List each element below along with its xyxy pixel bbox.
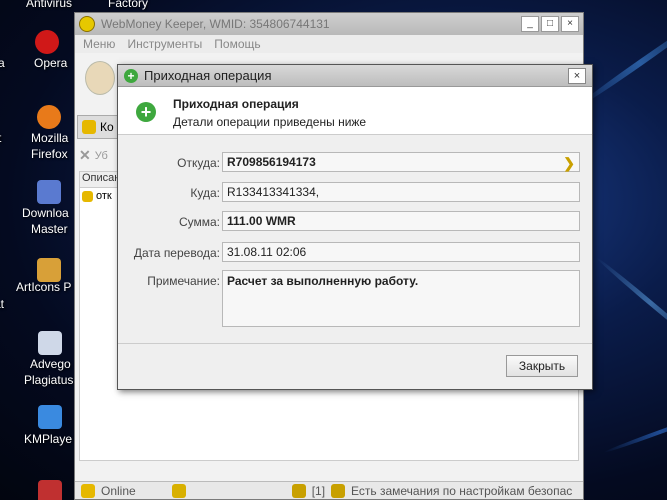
list-item[interactable]: отк [82, 190, 112, 202]
dialog-close-icon[interactable]: × [568, 68, 586, 84]
kmplayer-icon[interactable] [38, 405, 62, 429]
incoming-operation-dialog: + Приходная операция × + Приходная опера… [117, 64, 593, 390]
download-master-icon[interactable] [37, 180, 61, 204]
articons-icon[interactable] [37, 258, 61, 282]
dialog-header: + Приходная операция Детали операции при… [118, 87, 592, 135]
amount-value: 111.00 WMR [227, 214, 296, 228]
lock-icon [291, 483, 306, 498]
close-dialog-button[interactable]: Закрыть [506, 355, 578, 377]
desktop-label-fragment: t [0, 131, 1, 145]
menu-item-help[interactable]: Помощь [214, 37, 260, 51]
main-window-title: WebMoney Keeper, WMID: 354806744131 [101, 17, 330, 31]
dialog-title-bar[interactable]: + Приходная операция [118, 65, 592, 87]
desktop-icon-factory[interactable]: Factory [108, 0, 148, 10]
dialog-title: Приходная операция [144, 68, 272, 83]
date-label: Дата перевода: [133, 246, 220, 260]
status-online[interactable]: Online [101, 484, 136, 498]
from-label: Откуда: [177, 156, 220, 170]
webmoney-logo-icon [79, 16, 95, 32]
date-value: 31.08.11 02:06 [227, 245, 307, 259]
delete-label: Уб [94, 149, 108, 162]
delete-button[interactable]: ✕ Уб [79, 147, 108, 164]
inbox-icon[interactable] [171, 483, 186, 498]
note-label: Примечание: [147, 274, 220, 288]
desktop-icon-master[interactable]: Master [31, 222, 68, 236]
message-icon [82, 190, 93, 202]
desktop-icon-firefox[interactable]: Firefox [31, 147, 68, 161]
online-icon [81, 483, 95, 498]
warning-icon [331, 483, 346, 498]
desktop-streak [602, 409, 667, 455]
contacts-icon [82, 120, 96, 134]
note-field: Расчет за выполненную работу. [222, 270, 580, 327]
to-field: R133413341334, [222, 182, 580, 202]
chevron-right-icon[interactable]: ❯ [563, 155, 575, 172]
status-bar: Online [1] Есть замечания по настройкам … [75, 481, 583, 499]
plus-icon: + [124, 68, 138, 83]
desktop-icon-mozilla[interactable]: Mozilla [31, 131, 68, 145]
close-button[interactable]: × [561, 16, 579, 32]
to-label: Куда: [190, 186, 220, 200]
avatar [85, 61, 115, 95]
menu-item-menu[interactable]: Меню [83, 37, 115, 51]
desktop-icon-advego[interactable]: Advego [30, 357, 71, 371]
app-icon[interactable] [38, 480, 62, 500]
delete-icon: ✕ [79, 147, 91, 163]
desktop-icon-plagiatus[interactable]: Plagiatus [24, 373, 73, 387]
desktop-icon-antivirus[interactable]: Antivirus [26, 0, 72, 10]
menu-item-tools[interactable]: Инструменты [127, 37, 202, 51]
status-count[interactable]: [1] [312, 484, 325, 498]
firefox-icon[interactable] [37, 105, 61, 129]
to-value: R133413341334, [227, 185, 320, 199]
desktop-icon-download[interactable]: Downloa [22, 206, 69, 220]
list-item-text: отк [96, 190, 112, 202]
dialog-header-title: Приходная операция [173, 97, 299, 111]
desktop-icon-articons[interactable]: ArtIcons P [16, 280, 71, 294]
opera-icon[interactable] [35, 30, 59, 54]
plus-circle-icon: + [136, 102, 156, 122]
desktop-label-fragment: a [0, 56, 5, 70]
desktop-streak [594, 255, 667, 350]
date-field: 31.08.11 02:06 [222, 242, 580, 262]
main-title-bar[interactable]: WebMoney Keeper, WMID: 354806744131 [75, 13, 583, 35]
note-value: Расчет за выполненную работу. [227, 274, 419, 288]
desktop-icon-opera[interactable]: Opera [34, 56, 67, 70]
from-field: R709856194173 ❯ [222, 152, 580, 172]
desktop-label-fragment: at [0, 297, 5, 311]
amount-field: 111.00 WMR [222, 211, 580, 231]
amount-label: Сумма: [178, 215, 220, 229]
dialog-header-subtitle: Детали операции приведены ниже [173, 115, 367, 129]
dialog-footer: Закрыть [118, 343, 592, 389]
from-value: R709856194173 [227, 155, 316, 169]
security-notice[interactable]: Есть замечания по настройкам безопас [351, 484, 572, 498]
tab-label: Ко [100, 120, 114, 134]
minimize-button[interactable]: _ [521, 16, 539, 32]
main-menu-bar: Меню Инструменты Помощь [75, 35, 583, 53]
advego-icon[interactable] [38, 331, 62, 355]
maximize-button[interactable]: □ [541, 16, 559, 32]
desktop-icon-kmplayer[interactable]: KMPlaye [24, 432, 72, 446]
